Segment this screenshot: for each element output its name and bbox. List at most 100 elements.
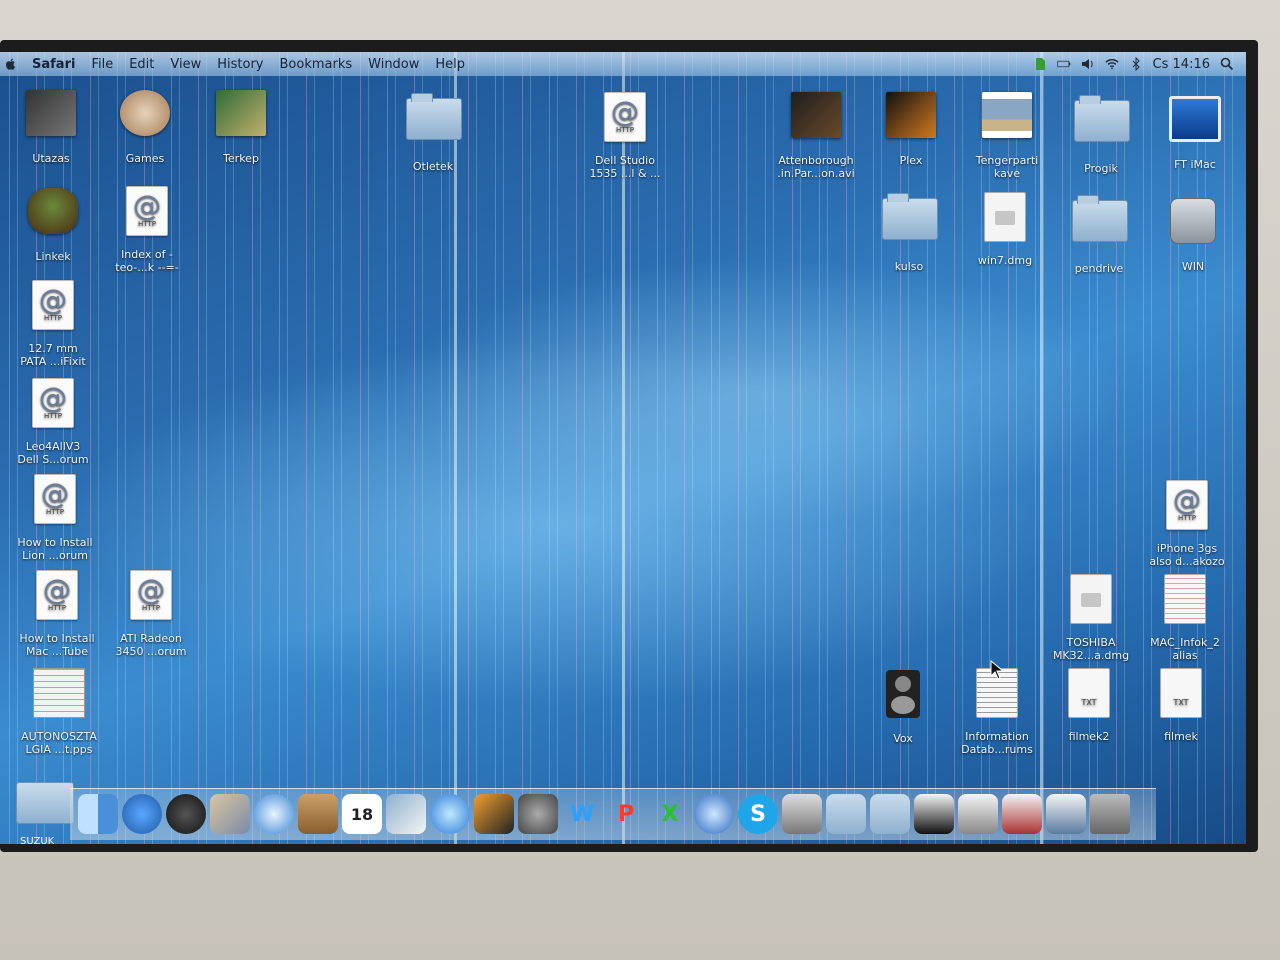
menu-view[interactable]: View [162, 57, 209, 72]
mouse-pointer-icon [990, 660, 1004, 680]
map-app-icon [216, 90, 266, 136]
desktop-icon-label: AUTONOSZTA LGIA ...t.pps [21, 730, 97, 756]
bluetooth-icon[interactable] [1129, 57, 1143, 71]
system-preferences-icon[interactable] [518, 794, 558, 834]
desktop-icon-label: How to Install Lion ...orum [17, 536, 93, 562]
folder-icon [406, 93, 462, 140]
plex-app-icon [886, 92, 936, 138]
address-book-icon[interactable] [298, 794, 338, 834]
desktop-icon-autonosztalgia[interactable]: AUTONOSZTA LGIA ...t.pps [14, 664, 104, 756]
desktop-icon-iphone-3gs[interactable]: @ HTTP iPhone 3gs also d...akozo [1142, 476, 1232, 568]
desktop-icon-leo4all[interactable]: @ HTTP Leo4AllV3 Dell S...orum [8, 374, 98, 466]
excel-icon[interactable]: X [650, 794, 690, 834]
desktop-icon-dell-studio[interactable]: @ HTTP Dell Studio 1535 ...l & ... [580, 88, 670, 180]
desktop-icon-win7-dmg[interactable]: win7.dmg [960, 188, 1050, 267]
hard-disk-icon [1170, 198, 1216, 244]
imac-drive-icon [1169, 96, 1221, 142]
video-thumbnail-icon [791, 92, 841, 138]
battery-icon[interactable] [1056, 57, 1071, 71]
links-app-icon [28, 188, 78, 234]
ical-icon[interactable]: 18 [342, 794, 382, 834]
desktop-icon-label: 12.7 mm PATA ...iFixit [20, 342, 86, 368]
terminal-icon[interactable] [782, 794, 822, 834]
desktop-icon-linkek[interactable]: Linkek [8, 184, 98, 263]
webloc-icon: @ HTTP [604, 92, 646, 142]
stack-4-icon[interactable] [1046, 794, 1086, 834]
desktop-icon-games[interactable]: Games [100, 86, 190, 165]
desktop-icon-label: Dell Studio 1535 ...l & ... [589, 154, 661, 180]
desktop-icon-label: Vox [893, 732, 913, 745]
powerpoint-icon[interactable]: P [606, 794, 646, 834]
desktop-screen: Safari File Edit View History Bookmarks … [0, 52, 1246, 844]
presentation-file-icon [33, 668, 85, 718]
apple-menu-icon[interactable] [4, 57, 18, 71]
preview-icon[interactable] [474, 794, 514, 834]
desktop-icon-utazas[interactable]: Utazas [6, 86, 96, 165]
webloc-icon: @ HTTP [126, 186, 168, 236]
desktop-icon-install-mac[interactable]: @ HTTP How to Install Mac ...Tube [12, 566, 102, 658]
desktop-icon-terkep[interactable]: Terkep [196, 86, 286, 165]
safari-icon[interactable] [254, 794, 294, 834]
desktop-icon-filmek[interactable]: TXT filmek [1136, 664, 1226, 743]
iphoto-icon[interactable] [386, 794, 426, 834]
documents-folder-icon[interactable] [870, 794, 910, 834]
desktop-icon-toshiba-dmg[interactable]: TOSHIBA MK32...a.dmg [1046, 570, 1136, 662]
desktop-icon-plex[interactable]: Plex [866, 88, 956, 167]
trash-icon[interactable] [1090, 794, 1130, 834]
desktop-icon-otletek[interactable]: Otletek [388, 88, 478, 173]
desktop-icon-pata-ifixit[interactable]: @ HTTP 12.7 mm PATA ...iFixit [8, 276, 98, 368]
desktop-icon-label: iPhone 3gs also d...akozo [1149, 542, 1225, 568]
desktop-icon-filmek2[interactable]: TXT filmek2 [1044, 664, 1134, 743]
desktop-icon-attenborough[interactable]: Attenborough .in.Par...on.avi [771, 88, 861, 180]
stack-1-icon[interactable] [914, 794, 954, 834]
desktop-icon-index-of[interactable]: @ HTTP Index of - teo-...k --=- [102, 182, 192, 274]
skype-icon[interactable]: S [738, 794, 778, 834]
desktop-icon-kulso[interactable]: kulso [864, 188, 954, 273]
desktop-icon-pendrive[interactable]: pendrive [1054, 190, 1144, 275]
menu-window[interactable]: Window [360, 57, 427, 72]
google-earth-icon[interactable] [694, 794, 734, 834]
desktop-icon-win[interactable]: WIN [1148, 190, 1238, 273]
desktop-icon-label: Leo4AllV3 Dell S...orum [17, 440, 89, 466]
wifi-icon[interactable] [1104, 57, 1119, 71]
menu-clock[interactable]: Cs 14:16 [1153, 57, 1210, 72]
desktop-icon-label: Information Datab...rums [961, 730, 1033, 756]
desktop-icon-label: Terkep [223, 152, 259, 165]
stack-3-icon[interactable] [1002, 794, 1042, 834]
menu-help[interactable]: Help [427, 57, 473, 72]
desktop-icon-tengerparti[interactable]: Tengerparti kave [962, 88, 1052, 180]
webloc-icon: @ HTTP [1166, 480, 1208, 530]
dashboard-icon[interactable] [166, 794, 206, 834]
desktop-icon-label: filmek2 [1068, 730, 1110, 743]
desktop-icon-mac-infok[interactable]: MAC_Infok_2 alias [1140, 570, 1230, 662]
mail-icon[interactable] [210, 794, 250, 834]
menu-edit[interactable]: Edit [121, 57, 162, 72]
desktop-icon-label: WIN [1181, 260, 1205, 273]
desktop-icon-label: Linkek [35, 250, 71, 263]
desktop-icon-label: Tengerparti kave [975, 154, 1039, 180]
desktop-icon-install-lion[interactable]: @ HTTP How to Install Lion ...orum [10, 470, 100, 562]
app-store-icon[interactable] [122, 794, 162, 834]
menu-app-name[interactable]: Safari [24, 57, 83, 72]
menu-file[interactable]: File [83, 57, 121, 72]
desktop-icon-ft-imac[interactable]: FT iMac [1150, 90, 1240, 171]
desktop-icon-label: Progik [1084, 162, 1118, 175]
finder-icon[interactable] [78, 794, 118, 834]
desktop-icon-ati-radeon[interactable]: @ HTTP ATI Radeon 3450 ...orum [106, 566, 196, 658]
evernote-icon[interactable] [1033, 57, 1047, 71]
itunes-icon[interactable] [430, 794, 470, 834]
menu-bookmarks[interactable]: Bookmarks [272, 57, 361, 72]
spotlight-search-icon[interactable] [1220, 57, 1234, 71]
menu-history[interactable]: History [209, 57, 271, 72]
applications-folder-icon[interactable] [826, 794, 866, 834]
desktop-icon-progik[interactable]: Progik [1056, 90, 1146, 175]
folder-icon [1072, 195, 1128, 242]
desktop-icon-label: Attenborough .in.Par...on.avi [777, 154, 855, 180]
desktop-icon-label: How to Install Mac ...Tube [19, 632, 95, 658]
word-icon[interactable]: W [562, 794, 602, 834]
dock-stack-folder-icon[interactable] [16, 782, 74, 824]
volume-icon[interactable] [1081, 57, 1095, 71]
stack-2-icon[interactable] [958, 794, 998, 834]
webloc-icon: @ HTTP [36, 570, 78, 620]
desktop-icon-vox[interactable]: Vox [858, 664, 948, 745]
